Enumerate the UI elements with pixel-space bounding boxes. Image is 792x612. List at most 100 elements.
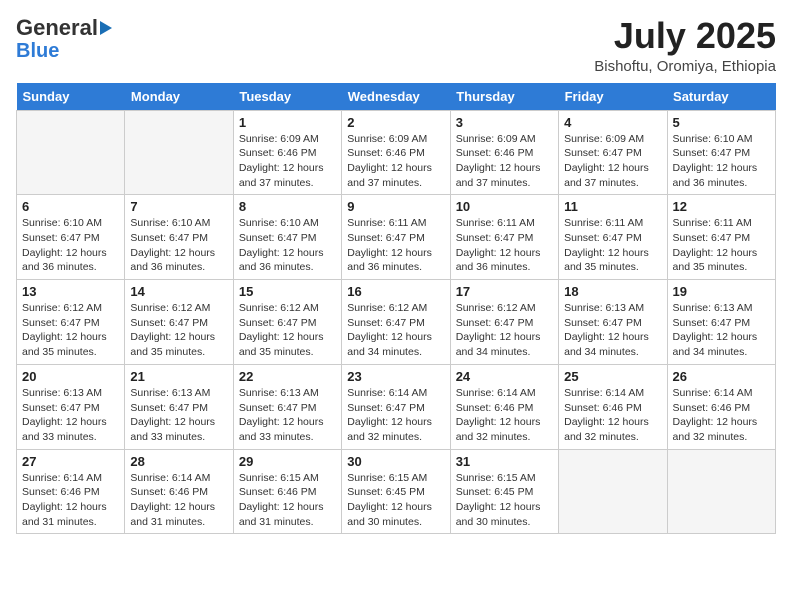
calendar-cell: 1 Sunrise: 6:09 AMSunset: 6:46 PMDaylight… xyxy=(233,110,341,195)
day-info: Sunrise: 6:09 AMSunset: 6:47 PMDaylight:… xyxy=(564,132,661,191)
calendar-week-row: 13 Sunrise: 6:12 AMSunset: 6:47 PMDayligh… xyxy=(17,280,776,365)
calendar-cell: 14Sunrise: 6:12 AMSunset: 6:47 PMDayligh… xyxy=(125,280,233,365)
day-info: Sunrise: 6:12 AMSunset: 6:47 PMDaylight:… xyxy=(22,301,119,360)
day-info: Sunrise: 6:14 AMSunset: 6:46 PMDaylight:… xyxy=(564,386,661,445)
calendar-cell: 8 Sunrise: 6:10 AMSunset: 6:47 PMDaylight… xyxy=(233,195,341,280)
day-info: Sunrise: 6:13 AMSunset: 6:47 PMDaylight:… xyxy=(564,301,661,360)
day-info: Sunrise: 6:11 AMSunset: 6:47 PMDaylight:… xyxy=(456,216,553,275)
calendar-cell: 15 Sunrise: 6:12 AMSunset: 6:47 PMDayligh… xyxy=(233,280,341,365)
calendar-cell xyxy=(667,449,775,534)
calendar-cell: 18 Sunrise: 6:13 AMSunset: 6:47 PMDayligh… xyxy=(559,280,667,365)
col-header-saturday: Saturday xyxy=(667,83,775,111)
day-info: Sunrise: 6:11 AMSunset: 6:47 PMDaylight:… xyxy=(673,216,770,275)
day-number: 4 xyxy=(564,115,661,130)
day-info: Sunrise: 6:10 AMSunset: 6:47 PMDaylight:… xyxy=(239,216,336,275)
calendar-week-row: 20 Sunrise: 6:13 AMSunset: 6:47 PMDayligh… xyxy=(17,364,776,449)
col-header-monday: Monday xyxy=(125,83,233,111)
col-header-thursday: Thursday xyxy=(450,83,558,111)
day-info: Sunrise: 6:12 AMSunset: 6:47 PMDaylight:… xyxy=(456,301,553,360)
col-header-tuesday: Tuesday xyxy=(233,83,341,111)
calendar-cell: 12 Sunrise: 6:11 AMSunset: 6:47 PMDayligh… xyxy=(667,195,775,280)
day-info: Sunrise: 6:15 AMSunset: 6:45 PMDaylight:… xyxy=(456,471,553,530)
calendar-cell: 24Sunrise: 6:14 AMSunset: 6:46 PMDayligh… xyxy=(450,364,558,449)
day-number: 26 xyxy=(673,369,770,384)
day-number: 2 xyxy=(347,115,444,130)
day-info: Sunrise: 6:14 AMSunset: 6:46 PMDaylight:… xyxy=(456,386,553,445)
day-number: 20 xyxy=(22,369,119,384)
day-number: 31 xyxy=(456,454,553,469)
calendar-cell: 28 Sunrise: 6:14 AMSunset: 6:46 PMDayligh… xyxy=(125,449,233,534)
day-info: Sunrise: 6:13 AMSunset: 6:47 PMDaylight:… xyxy=(673,301,770,360)
day-number: 21 xyxy=(130,369,227,384)
calendar-cell: 7 Sunrise: 6:10 AMSunset: 6:47 PMDaylight… xyxy=(125,195,233,280)
day-number: 22 xyxy=(239,369,336,384)
calendar-cell xyxy=(559,449,667,534)
logo: General Blue xyxy=(16,16,112,62)
calendar-cell: 13 Sunrise: 6:12 AMSunset: 6:47 PMDayligh… xyxy=(17,280,125,365)
day-info: Sunrise: 6:12 AMSunset: 6:47 PMDaylight:… xyxy=(130,301,227,360)
day-info: Sunrise: 6:12 AMSunset: 6:47 PMDaylight:… xyxy=(239,301,336,360)
day-info: Sunrise: 6:13 AMSunset: 6:47 PMDaylight:… xyxy=(22,386,119,445)
day-number: 7 xyxy=(130,199,227,214)
day-number: 11 xyxy=(564,199,661,214)
calendar-cell: 3 Sunrise: 6:09 AMSunset: 6:46 PMDaylight… xyxy=(450,110,558,195)
day-info: Sunrise: 6:09 AMSunset: 6:46 PMDaylight:… xyxy=(239,132,336,191)
col-header-friday: Friday xyxy=(559,83,667,111)
calendar-cell: 27 Sunrise: 6:14 AMSunset: 6:46 PMDayligh… xyxy=(17,449,125,534)
day-number: 10 xyxy=(456,199,553,214)
day-info: Sunrise: 6:15 AMSunset: 6:46 PMDaylight:… xyxy=(239,471,336,530)
calendar-cell: 16 Sunrise: 6:12 AMSunset: 6:47 PMDayligh… xyxy=(342,280,450,365)
day-info: Sunrise: 6:11 AMSunset: 6:47 PMDaylight:… xyxy=(564,216,661,275)
calendar-cell: 31 Sunrise: 6:15 AMSunset: 6:45 PMDayligh… xyxy=(450,449,558,534)
calendar-week-row: 1 Sunrise: 6:09 AMSunset: 6:46 PMDaylight… xyxy=(17,110,776,195)
day-number: 25 xyxy=(564,369,661,384)
day-number: 30 xyxy=(347,454,444,469)
day-info: Sunrise: 6:09 AMSunset: 6:46 PMDaylight:… xyxy=(456,132,553,191)
day-info: Sunrise: 6:13 AMSunset: 6:47 PMDaylight:… xyxy=(130,386,227,445)
day-number: 27 xyxy=(22,454,119,469)
day-number: 17 xyxy=(456,284,553,299)
day-number: 1 xyxy=(239,115,336,130)
day-number: 8 xyxy=(239,199,336,214)
day-number: 15 xyxy=(239,284,336,299)
calendar-cell: 30 Sunrise: 6:15 AMSunset: 6:45 PMDayligh… xyxy=(342,449,450,534)
calendar-cell: 22 Sunrise: 6:13 AMSunset: 6:47 PMDayligh… xyxy=(233,364,341,449)
logo-blue-text: Blue xyxy=(16,40,59,62)
calendar-header-row: SundayMondayTuesdayWednesdayThursdayFrid… xyxy=(17,83,776,111)
calendar-cell: 21 Sunrise: 6:13 AMSunset: 6:47 PMDayligh… xyxy=(125,364,233,449)
day-number: 6 xyxy=(22,199,119,214)
day-info: Sunrise: 6:12 AMSunset: 6:47 PMDaylight:… xyxy=(347,301,444,360)
logo-text: General xyxy=(16,16,98,40)
calendar-table: SundayMondayTuesdayWednesdayThursdayFrid… xyxy=(16,83,776,535)
day-info: Sunrise: 6:14 AMSunset: 6:46 PMDaylight:… xyxy=(130,471,227,530)
day-number: 29 xyxy=(239,454,336,469)
calendar-cell: 11 Sunrise: 6:11 AMSunset: 6:47 PMDayligh… xyxy=(559,195,667,280)
day-number: 23 xyxy=(347,369,444,384)
calendar-cell: 19Sunrise: 6:13 AMSunset: 6:47 PMDayligh… xyxy=(667,280,775,365)
day-info: Sunrise: 6:14 AMSunset: 6:47 PMDaylight:… xyxy=(347,386,444,445)
calendar-cell: 2Sunrise: 6:09 AMSunset: 6:46 PMDaylight… xyxy=(342,110,450,195)
day-info: Sunrise: 6:10 AMSunset: 6:47 PMDaylight:… xyxy=(673,132,770,191)
day-number: 3 xyxy=(456,115,553,130)
day-number: 18 xyxy=(564,284,661,299)
calendar-cell: 23 Sunrise: 6:14 AMSunset: 6:47 PMDayligh… xyxy=(342,364,450,449)
calendar-week-row: 27 Sunrise: 6:14 AMSunset: 6:46 PMDayligh… xyxy=(17,449,776,534)
day-info: Sunrise: 6:10 AMSunset: 6:47 PMDaylight:… xyxy=(22,216,119,275)
location-text: Bishoftu, Oromiya, Ethiopia xyxy=(594,58,776,75)
day-number: 28 xyxy=(130,454,227,469)
calendar-cell: 20 Sunrise: 6:13 AMSunset: 6:47 PMDayligh… xyxy=(17,364,125,449)
day-info: Sunrise: 6:15 AMSunset: 6:45 PMDaylight:… xyxy=(347,471,444,530)
calendar-cell: 17 Sunrise: 6:12 AMSunset: 6:47 PMDayligh… xyxy=(450,280,558,365)
calendar-cell: 26Sunrise: 6:14 AMSunset: 6:46 PMDayligh… xyxy=(667,364,775,449)
day-info: Sunrise: 6:10 AMSunset: 6:47 PMDaylight:… xyxy=(130,216,227,275)
day-number: 16 xyxy=(347,284,444,299)
page-header: General Blue July 2025 Bishoftu, Oromiya… xyxy=(16,16,776,75)
calendar-cell: 25 Sunrise: 6:14 AMSunset: 6:46 PMDayligh… xyxy=(559,364,667,449)
day-number: 12 xyxy=(673,199,770,214)
month-year-title: July 2025 xyxy=(594,16,776,56)
day-info: Sunrise: 6:14 AMSunset: 6:46 PMDaylight:… xyxy=(22,471,119,530)
day-number: 5 xyxy=(673,115,770,130)
day-number: 13 xyxy=(22,284,119,299)
day-info: Sunrise: 6:13 AMSunset: 6:47 PMDaylight:… xyxy=(239,386,336,445)
calendar-week-row: 6 Sunrise: 6:10 AMSunset: 6:47 PMDaylight… xyxy=(17,195,776,280)
